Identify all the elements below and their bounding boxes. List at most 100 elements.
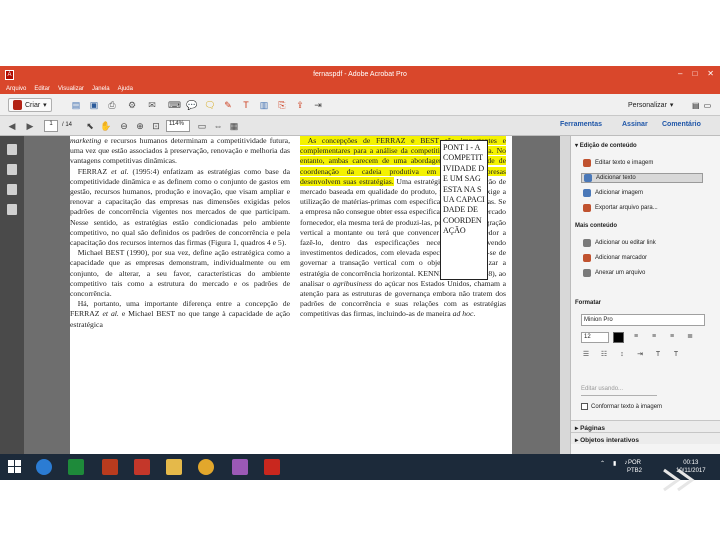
line-spacing-icon[interactable]: ↕ [617,350,627,360]
text-color-swatch[interactable] [613,332,624,343]
bullet-list-icon[interactable]: ☰ [581,350,591,360]
edit-using-field[interactable]: Editar usando... [581,386,657,396]
settings-icon[interactable]: ⚙ [126,99,138,111]
save-icon[interactable]: ▣ [88,99,100,111]
add-link-item[interactable]: Adicionar ou editar link [583,238,656,248]
language-code: POR [628,460,642,466]
edit-object-icon[interactable]: ⌨ [168,99,181,111]
numbered-list-icon[interactable]: ☷ [599,350,609,360]
font-size-select[interactable]: 12 [581,332,609,343]
vertical-scrollbar[interactable] [560,136,570,454]
text-annotation-icon[interactable]: T [240,99,252,111]
window-controls: – □ ✕ [678,69,714,78]
fit-text-checkbox[interactable]: Conformar texto à imagem [581,403,662,410]
zoom-select[interactable]: 114% [166,120,190,132]
add-text-item[interactable]: Adicionar texto [581,173,703,183]
chevron-up-icon[interactable]: ⌃ [600,460,605,467]
attach-icon[interactable]: ⎘ [276,99,288,111]
add-image-item[interactable]: Adicionar imagem [583,188,643,198]
tab-comment[interactable]: Comentário [662,121,701,128]
bookmarks-icon[interactable] [7,164,17,175]
justify-icon[interactable]: ≣ [685,332,695,342]
powerpoint-icon-2[interactable] [134,459,150,475]
align-center-icon[interactable]: ≡ [649,332,659,342]
indent-icon[interactable]: ⇥ [635,350,645,360]
hand-tool-icon[interactable]: ✋ [100,120,112,132]
superscript-icon[interactable]: T [653,350,663,360]
comment-bubble-icon[interactable]: ▭ [704,101,712,110]
zoom-out-icon[interactable]: ⊖ [118,120,130,132]
tab-tools[interactable]: Ferramentas [560,121,602,128]
attachments-icon[interactable] [7,184,17,195]
menu-view[interactable]: Visualizar [58,86,84,92]
menu-window[interactable]: Janela [92,86,110,92]
more-content-header[interactable]: Mais conteúdo [575,223,617,229]
read-mode-icon[interactable]: ▦ [228,120,240,132]
minimize-button[interactable]: – [678,69,682,78]
signatures-icon[interactable] [7,204,17,215]
tab-sign[interactable]: Assinar [622,121,648,128]
font-family-select[interactable]: Minion Pro [581,314,705,326]
stamp-icon[interactable]: ▥ [258,99,270,111]
text-box-annotation[interactable]: PONT I - A COMPETITIVIDADE DE UM SAG EST… [440,140,488,280]
marquee-zoom-icon[interactable]: ⊡ [150,120,162,132]
file-explorer-icon[interactable] [166,459,182,475]
excel-icon[interactable] [68,459,84,475]
align-left-icon[interactable]: ≡ [631,332,641,342]
select-cursor-icon[interactable]: ⬉ [84,120,96,132]
edit-text-image-item[interactable]: Editar texto e imagem [583,158,653,168]
next-page-icon[interactable]: ▶ [24,120,36,132]
attach-file-item[interactable]: Anexar um arquivo [583,268,645,278]
paint-icon[interactable] [232,459,248,475]
left-text-column[interactable]: marketing e recursos humanos determinam … [70,136,290,330]
powerpoint-icon[interactable] [102,459,118,475]
open-icon[interactable]: ▤ [70,99,82,111]
subscript-icon[interactable]: T [671,350,681,360]
sticky-note-icon[interactable]: 🗨 [204,99,216,111]
create-button-label: Criar [25,101,41,109]
share-icon[interactable]: ⇪ [294,99,306,111]
zoom-in-icon[interactable]: ⊕ [134,120,146,132]
add-bookmark-item[interactable]: Adicionar marcador [583,253,647,263]
item-label: Adicionar texto [596,175,636,181]
email-icon[interactable]: ✉ [146,99,158,111]
export-file-item[interactable]: Exportar arquivo para... [583,203,658,213]
network-icon[interactable]: ▮ [613,460,616,467]
language-indicator[interactable]: POR PTB2 [627,459,642,475]
main-toolbar: Criar ▾ ▤ ▣ ⎙ ⚙ ✉ ⌨ 💬 🗨 ✎ T ▥ ⎘ ⇪ ⇥ Pers… [0,94,720,116]
fit-width-icon[interactable]: ⇔ [212,120,224,132]
close-button[interactable]: ✕ [707,69,714,78]
personalize-menu[interactable]: Personalizar ▾ [628,98,673,112]
text-run: Michael BEST (1990), por sua vez, define… [70,248,290,299]
window-title: fernaspdf - Adobe Acrobat Pro [313,71,407,78]
menu-help[interactable]: Ajuda [118,86,133,92]
system-tray: ⌃ ▮ ♪ [600,460,627,467]
create-button[interactable]: Criar ▾ [8,98,52,112]
interactive-objects-section[interactable]: ▸ Objetos interativos [571,432,720,444]
fit-page-icon[interactable]: ▭ [196,120,208,132]
highlight-icon[interactable]: ✎ [222,99,234,111]
maximize-button[interactable]: □ [692,69,697,78]
start-button[interactable] [8,460,22,474]
checkbox-box[interactable] [581,403,588,410]
add-text-icon [584,174,592,182]
acrobat-taskbar-icon[interactable] [264,459,280,475]
keyboard-layout: PTB2 [627,468,643,474]
internet-explorer-icon[interactable] [36,459,52,475]
pages-section[interactable]: ▸ Páginas [571,420,720,432]
page-number-input[interactable]: 1 [44,120,58,132]
export-file-icon [583,204,591,212]
page-thumbnails-icon[interactable] [7,144,17,155]
item-label: Editar texto e imagem [595,160,654,166]
print-icon[interactable]: ⎙ [106,99,118,111]
chrome-icon[interactable] [198,459,214,475]
menu-edit[interactable]: Editar [34,86,50,92]
item-label: Adicionar marcador [595,255,648,261]
align-right-icon[interactable]: ≡ [667,332,677,342]
document-icon[interactable]: ▤ [692,101,700,110]
comment-icon[interactable]: 💬 [186,99,198,111]
export-icon[interactable]: ⇥ [312,99,324,111]
menu-file[interactable]: Arquivo [6,86,26,92]
previous-page-icon[interactable]: ◀ [6,120,18,132]
edit-content-header[interactable]: ▾ Edição de conteúdo [575,142,637,149]
